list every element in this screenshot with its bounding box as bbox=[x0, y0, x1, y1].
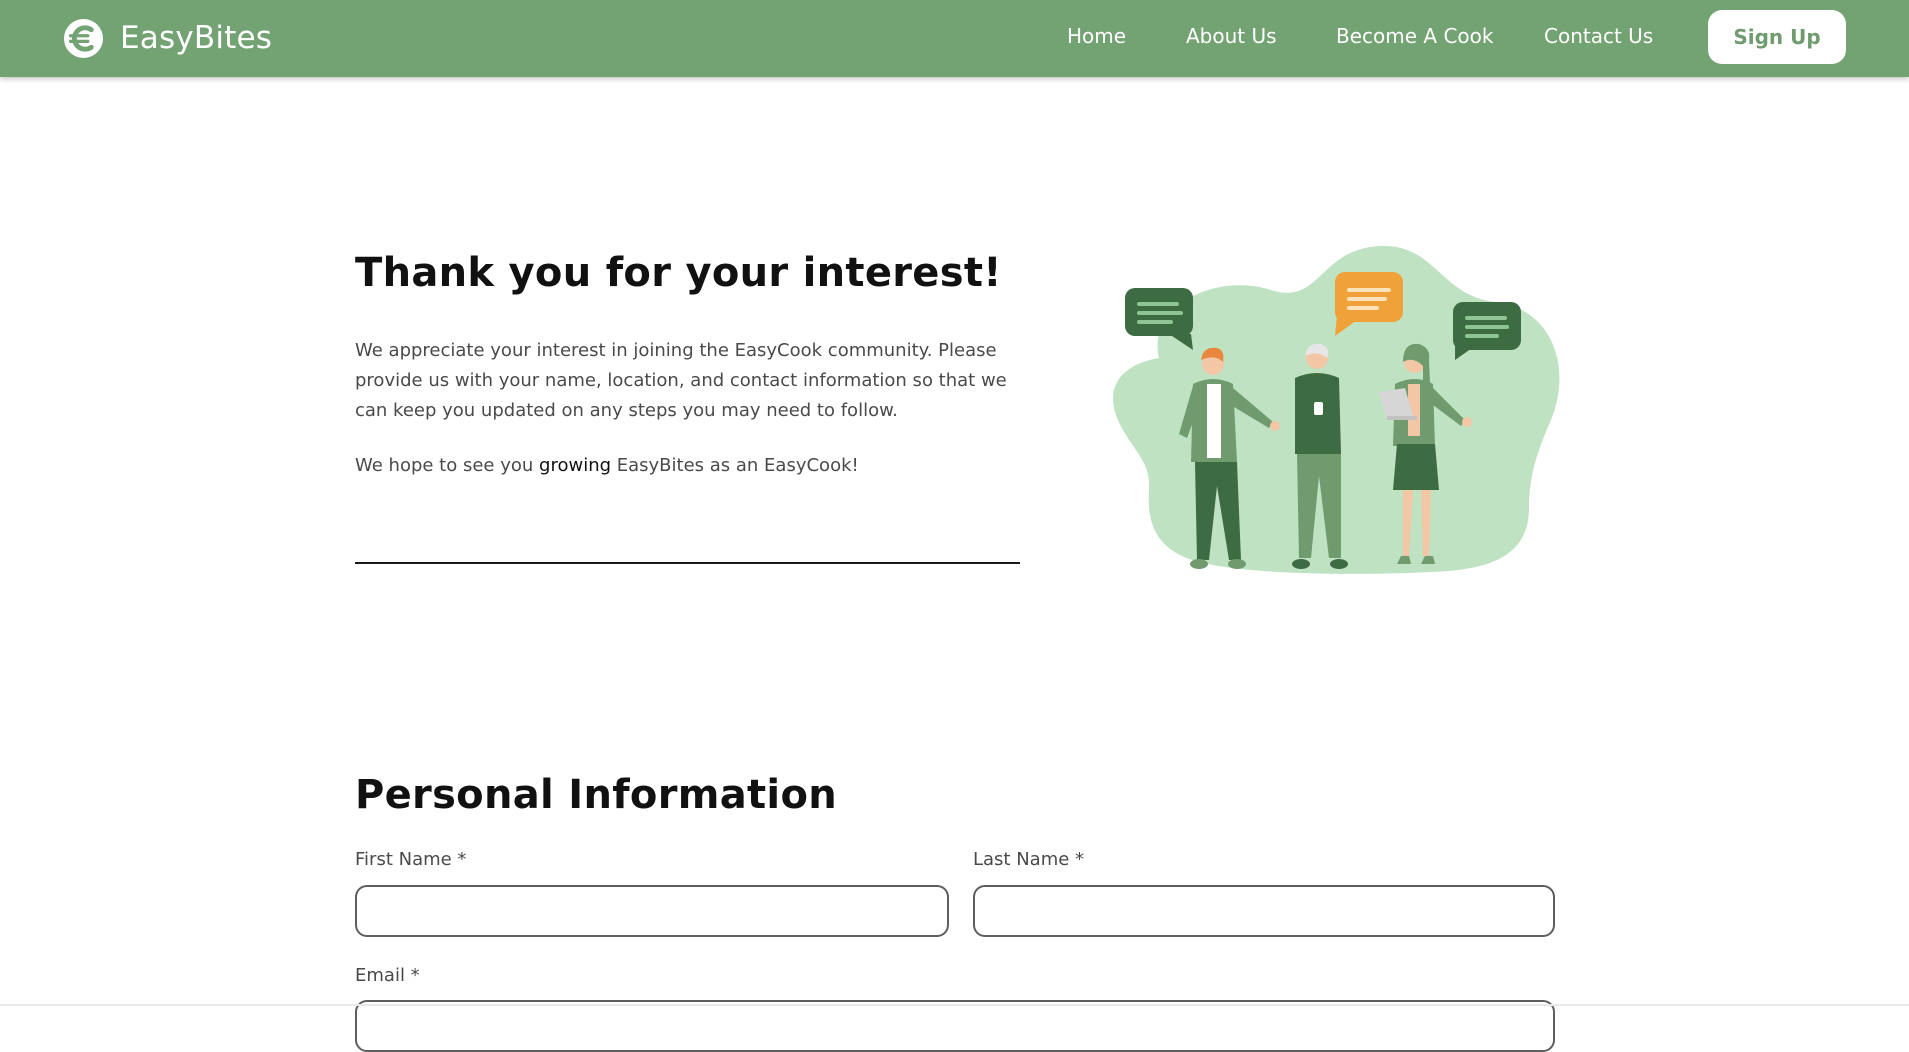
nav-home-link[interactable]: Home bbox=[1067, 24, 1126, 48]
brand-name: EasyBites bbox=[120, 20, 273, 56]
first-name-label: First Name * bbox=[355, 849, 467, 870]
last-name-input[interactable] bbox=[973, 885, 1555, 937]
intro-closing-paragraph: We hope to see you growing EasyBites as … bbox=[355, 451, 1027, 481]
personal-information-heading: Personal Information bbox=[355, 772, 837, 818]
first-name-input[interactable] bbox=[355, 885, 949, 937]
intro-closing-emphasis: growing bbox=[539, 455, 612, 476]
intro-closing-text-start: We hope to see you bbox=[355, 455, 540, 476]
people-chatting-illustration bbox=[1113, 245, 1560, 574]
section-divider bbox=[355, 562, 1020, 564]
last-name-label: Last Name * bbox=[973, 849, 1085, 870]
sign-up-button[interactable]: Sign Up bbox=[1708, 10, 1846, 64]
nav-contact-us-link[interactable]: Contact Us bbox=[1544, 24, 1653, 48]
brand-home-link[interactable]: EasyBites bbox=[63, 17, 272, 59]
intro-paragraph: We appreciate your interest in joining t… bbox=[355, 340, 1007, 421]
easybites-logo-icon bbox=[63, 18, 104, 58]
email-label: Email * bbox=[355, 965, 420, 986]
nav-about-us-link[interactable]: About Us bbox=[1186, 24, 1277, 48]
email-input[interactable] bbox=[355, 1000, 1555, 1052]
intro-closing-text-end: EasyBites as an EasyCook! bbox=[611, 455, 859, 476]
intro-title: Thank you for your interest! bbox=[355, 250, 1002, 296]
top-navigation-bar: EasyBites Home About Us Become A Cook Co… bbox=[0, 0, 1909, 77]
nav-become-a-cook-link[interactable]: Become A Cook bbox=[1336, 24, 1493, 48]
